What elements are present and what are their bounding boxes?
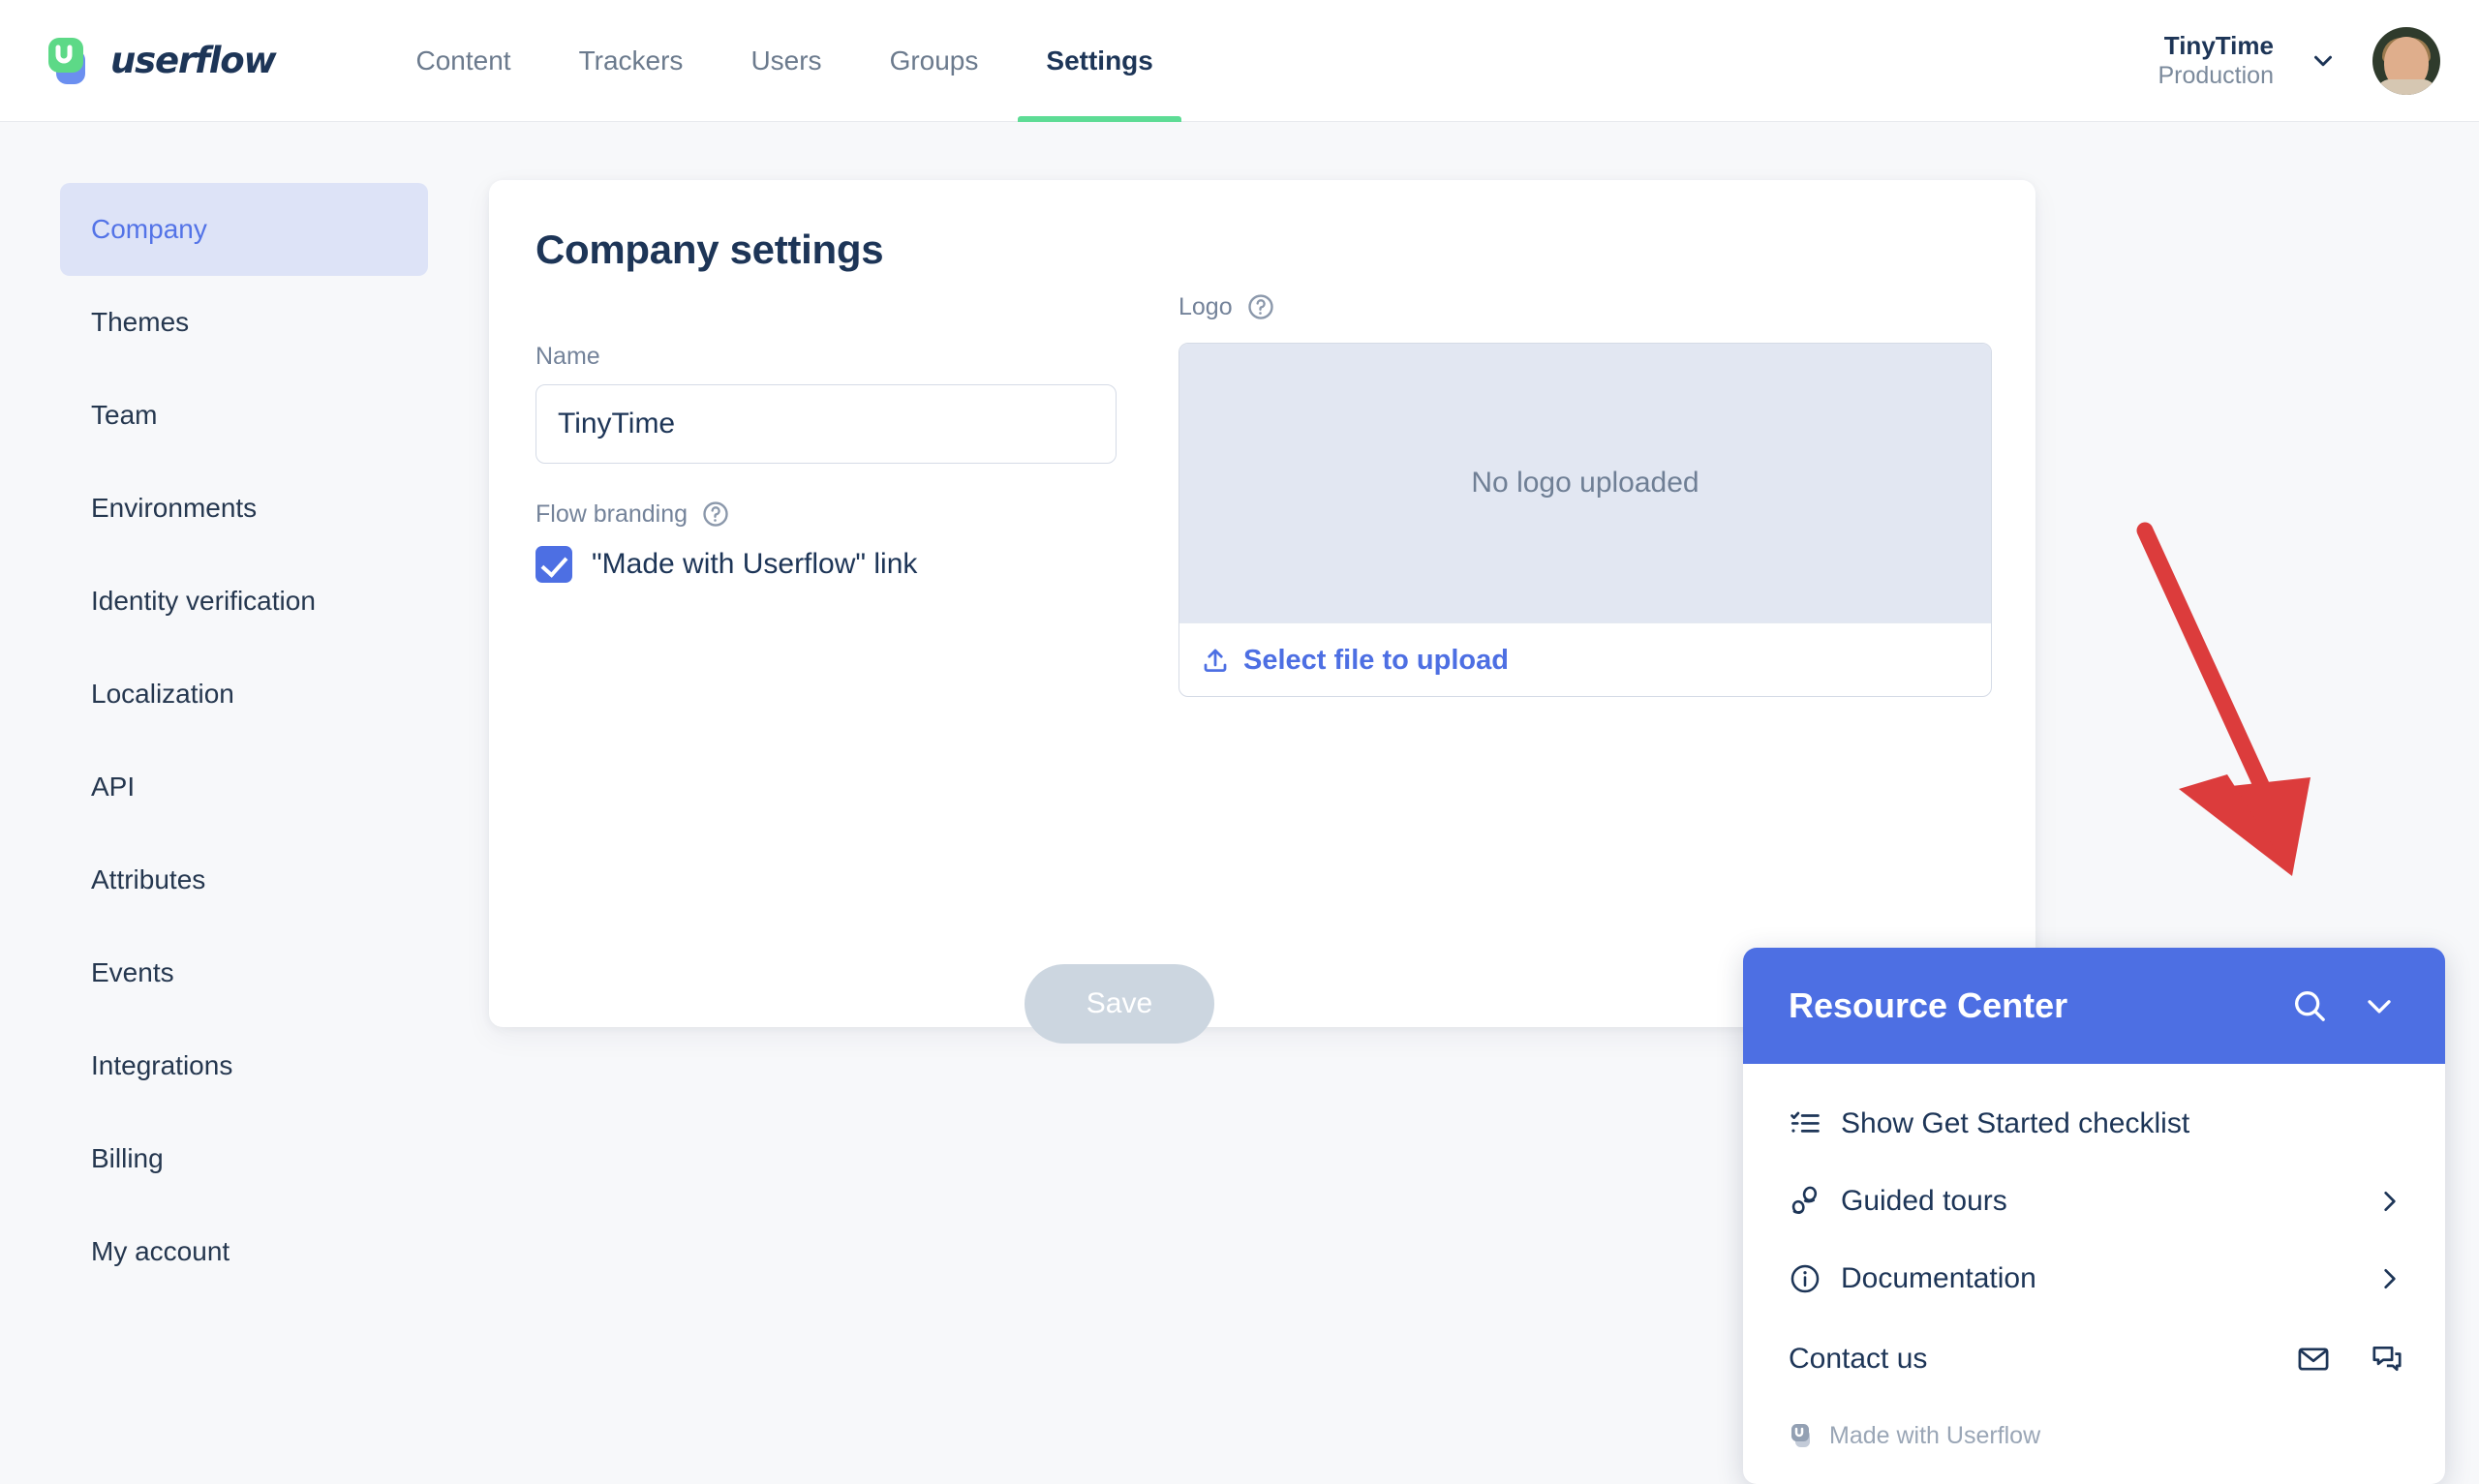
avatar[interactable] bbox=[2372, 26, 2440, 95]
select-file-to-upload-button[interactable]: Select file to upload bbox=[1179, 622, 1991, 696]
brand-wordmark: userflow bbox=[110, 40, 277, 81]
userflow-logo-icon bbox=[43, 34, 97, 88]
logo-label: Logo bbox=[1178, 292, 1233, 320]
chevron-right-icon bbox=[2373, 1186, 2404, 1217]
org-switcher[interactable]: TinyTime Production bbox=[2158, 30, 2274, 92]
upload-label: Select file to upload bbox=[1243, 644, 1509, 676]
settings-sidebar: Company Themes Team Environments Identit… bbox=[60, 183, 428, 1298]
sidebar-item-localization[interactable]: Localization bbox=[60, 648, 428, 741]
chevron-down-icon[interactable] bbox=[2303, 41, 2343, 81]
resource-center-title: Resource Center bbox=[1789, 985, 2068, 1025]
envelope-icon[interactable] bbox=[2296, 1342, 2331, 1377]
nav-item-settings[interactable]: Settings bbox=[1012, 0, 1186, 122]
sidebar-item-team[interactable]: Team bbox=[60, 369, 428, 462]
logo-empty-state: No logo uploaded bbox=[1179, 344, 1991, 622]
resource-center-item-documentation[interactable]: Documentation bbox=[1743, 1240, 2445, 1317]
made-with-userflow-badge[interactable]: Made with Userflow bbox=[1743, 1401, 2445, 1470]
resource-center-item-label: Show Get Started checklist bbox=[1841, 1107, 2190, 1139]
name-field-group: Name bbox=[536, 343, 1117, 464]
made-with-userflow-checkbox[interactable] bbox=[536, 546, 572, 583]
sidebar-item-themes[interactable]: Themes bbox=[60, 276, 428, 369]
info-circle-icon bbox=[1789, 1262, 1829, 1295]
nav-item-users[interactable]: Users bbox=[717, 0, 855, 122]
sidebar-item-api[interactable]: API bbox=[60, 741, 428, 833]
question-circle-icon[interactable] bbox=[1246, 292, 1275, 321]
resource-center-search-icon[interactable] bbox=[2282, 979, 2337, 1033]
sidebar-item-events[interactable]: Events bbox=[60, 926, 428, 1019]
flow-branding-group: Flow branding "Made with Userflow" link bbox=[536, 500, 917, 583]
name-input[interactable] bbox=[536, 384, 1117, 464]
sidebar-item-identity-verification[interactable]: Identity verification bbox=[60, 555, 428, 648]
made-with-userflow-checkbox-row[interactable]: "Made with Userflow" link bbox=[536, 546, 917, 583]
nav-item-trackers[interactable]: Trackers bbox=[545, 0, 718, 122]
nav-item-content[interactable]: Content bbox=[383, 0, 545, 122]
resource-center-header: Resource Center bbox=[1743, 948, 2445, 1064]
made-with-userflow-label: "Made with Userflow" link bbox=[592, 548, 918, 580]
nav-item-groups[interactable]: Groups bbox=[856, 0, 1013, 122]
question-circle-icon[interactable] bbox=[701, 500, 730, 529]
name-field-label: Name bbox=[536, 343, 600, 370]
chevron-right-icon bbox=[2373, 1263, 2404, 1294]
resource-center-menu: Show Get Started checklist Guided tours bbox=[1743, 1064, 2445, 1470]
top-navigation-bar: userflow Content Trackers Users Groups S… bbox=[0, 0, 2479, 122]
save-button[interactable]: Save bbox=[1025, 964, 1214, 1044]
footsteps-icon bbox=[1789, 1185, 1829, 1218]
logo-label-row: Logo bbox=[1178, 292, 1275, 321]
page-title: Company settings bbox=[536, 227, 884, 272]
flow-branding-label-row: Flow branding bbox=[536, 500, 917, 529]
topbar-right-cluster: TinyTime Production bbox=[2158, 26, 2440, 95]
primary-nav: Content Trackers Users Groups Settings bbox=[383, 0, 1187, 122]
sidebar-item-company[interactable]: Company bbox=[60, 183, 428, 276]
logo-upload-frame: No logo uploaded Select file to upload bbox=[1178, 343, 1992, 697]
contact-us-label: Contact us bbox=[1789, 1343, 1928, 1375]
sidebar-item-my-account[interactable]: My account bbox=[60, 1205, 428, 1298]
sidebar-item-integrations[interactable]: Integrations bbox=[60, 1019, 428, 1112]
avatar-shirt bbox=[2376, 78, 2436, 95]
chat-bubbles-icon[interactable] bbox=[2370, 1342, 2404, 1377]
resource-center-widget: Resource Center Show Get Started checkli… bbox=[1743, 948, 2445, 1484]
resource-center-collapse-icon[interactable] bbox=[2352, 979, 2406, 1033]
resource-center-item-checklist[interactable]: Show Get Started checklist bbox=[1743, 1085, 2445, 1163]
made-with-userflow-text: Made with Userflow bbox=[1829, 1421, 2041, 1449]
company-settings-card: Company settings Name Flow branding bbox=[489, 180, 2035, 1044]
checklist-icon bbox=[1789, 1107, 1829, 1140]
flow-branding-label: Flow branding bbox=[536, 500, 689, 528]
org-environment: Production bbox=[2158, 62, 2274, 90]
sidebar-item-attributes[interactable]: Attributes bbox=[60, 833, 428, 926]
resource-center-contact-row: Contact us bbox=[1743, 1317, 2445, 1401]
resource-center-item-label: Documentation bbox=[1841, 1262, 2036, 1294]
logo-field-group: Logo No logo uploaded Select file to upl… bbox=[1178, 293, 1992, 697]
resource-center-item-label: Guided tours bbox=[1841, 1185, 2007, 1217]
resource-center-item-guided-tours[interactable]: Guided tours bbox=[1743, 1163, 2445, 1240]
page-body: Company Themes Team Environments Identit… bbox=[0, 122, 2479, 1484]
userflow-mini-icon bbox=[1789, 1422, 1816, 1449]
org-name: TinyTime bbox=[2163, 30, 2274, 60]
contact-us-actions bbox=[2296, 1342, 2404, 1377]
brand-logo[interactable]: userflow bbox=[43, 0, 277, 122]
upload-icon bbox=[1201, 646, 1230, 675]
sidebar-item-billing[interactable]: Billing bbox=[60, 1112, 428, 1205]
sidebar-item-environments[interactable]: Environments bbox=[60, 462, 428, 555]
